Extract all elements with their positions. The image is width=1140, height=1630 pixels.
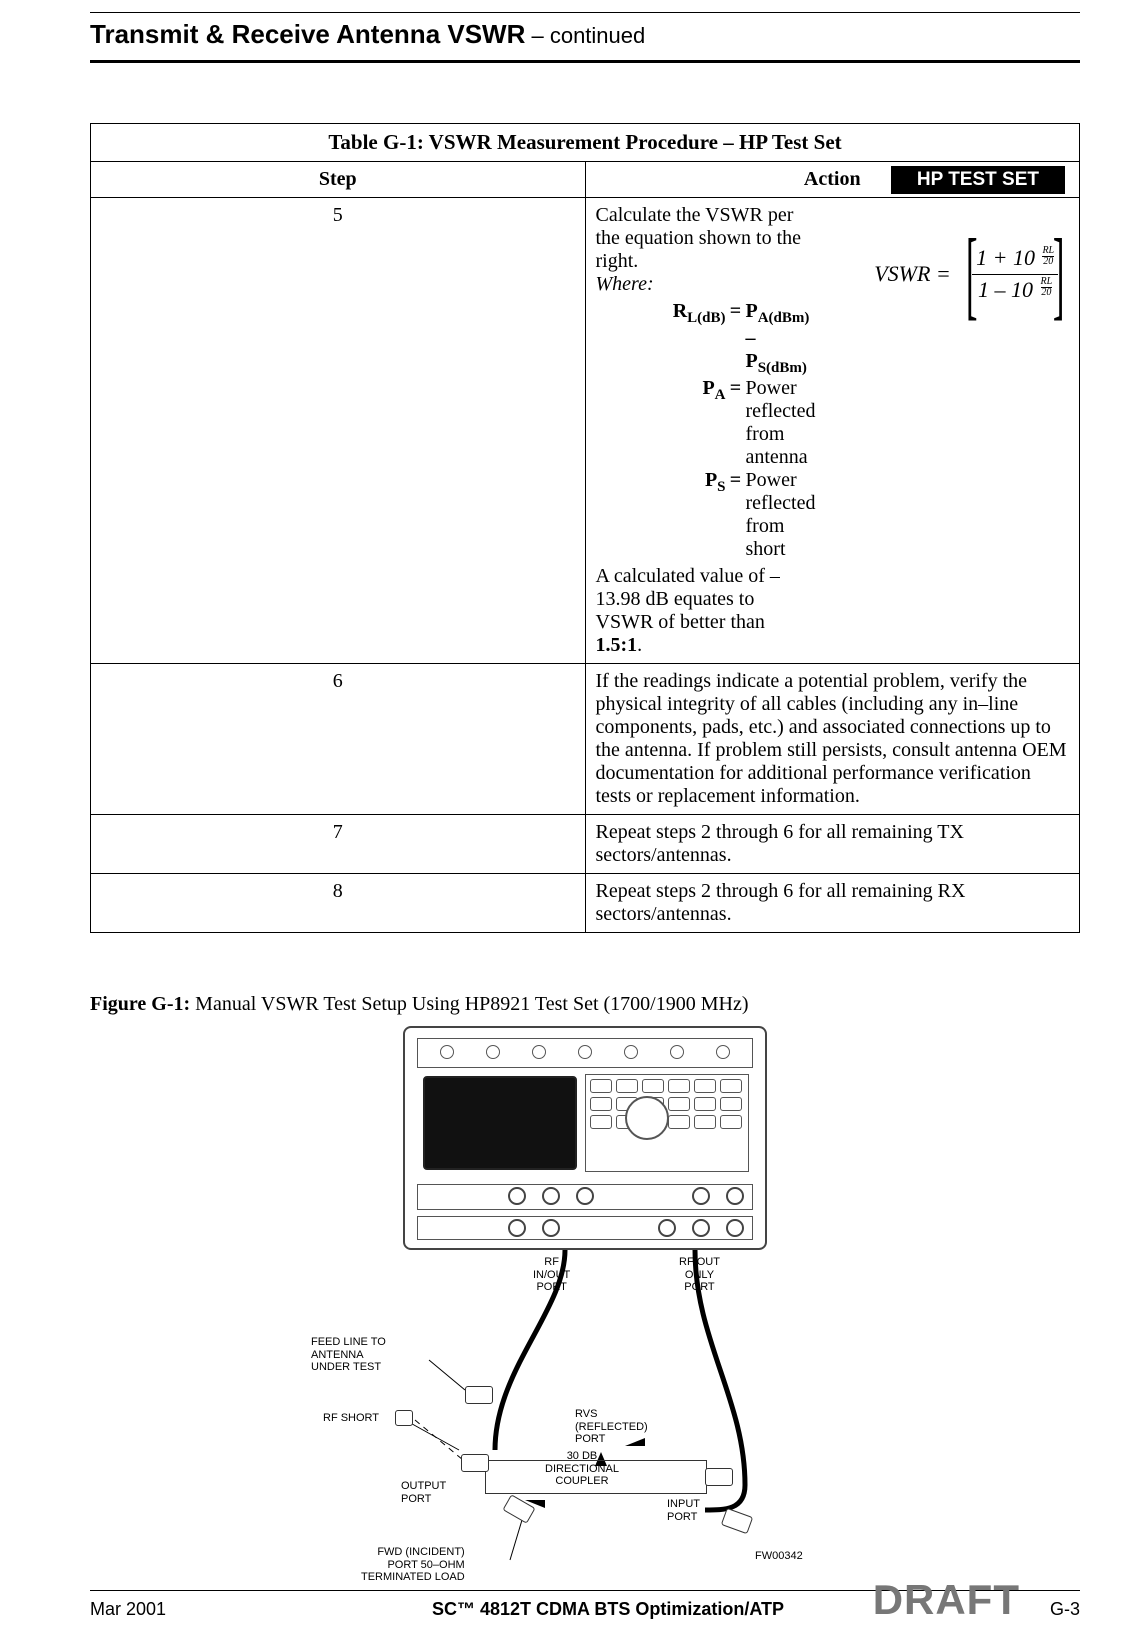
- def-rl-pa-sub: A(dBm): [758, 310, 810, 326]
- fwd-port-label: FWD (INCIDENT)PORT 50–OHMTERMINATED LOAD: [361, 1546, 465, 1584]
- header-subtitle: – continued: [525, 23, 645, 48]
- step-number: 7: [91, 815, 586, 874]
- def-rl-pa: P: [746, 300, 758, 322]
- procedure-table: Table G-1: VSWR Measurement Procedure – …: [90, 123, 1080, 933]
- figure-id-label: FW00342: [755, 1550, 803, 1563]
- rf-inout-port-label: RFIN/OUTPORT: [533, 1256, 570, 1294]
- terminated-load-icon: [502, 1494, 535, 1524]
- rf-out-only-port-label: RF OUTONLYPORT: [679, 1256, 720, 1294]
- page-header: Transmit & Receive Antenna VSWR – contin…: [90, 13, 1080, 63]
- footer-date: Mar 2001: [90, 1599, 166, 1620]
- def-pa-lhs: P: [702, 377, 714, 399]
- directional-coupler-icon: [485, 1460, 707, 1494]
- action-cell: Repeat steps 2 through 6 for all remaini…: [585, 874, 1080, 933]
- action-column-header: Action HP TEST SET: [585, 162, 1080, 198]
- table-row: 8 Repeat steps 2 through 6 for all remai…: [91, 874, 1080, 933]
- output-port-label: OUTPUTPORT: [401, 1480, 446, 1505]
- def-pa-eq: =: [730, 377, 741, 399]
- def-rl-ps-sub: S(dBm): [758, 360, 807, 376]
- page-footer: Mar 2001 SC™ 4812T CDMA BTS Optimization…: [90, 1590, 1080, 1620]
- rvs-port-label: RVS(REFLECTED)PORT: [575, 1408, 648, 1446]
- figure-title-bold: Figure G-1:: [90, 993, 190, 1015]
- def-rl-eq: =: [730, 300, 741, 322]
- figure-title: Figure G-1: Manual VSWR Test Setup Using…: [90, 993, 1080, 1016]
- step5-line1: Calculate the VSWR per the equation show…: [596, 204, 816, 273]
- where-label: Where:: [596, 273, 654, 295]
- table-row: 6 If the readings indicate a potential p…: [91, 664, 1080, 815]
- table-title: Table G-1: VSWR Measurement Procedure – …: [91, 124, 1080, 162]
- action-cell: Calculate the VSWR per the equation show…: [585, 198, 1080, 664]
- draft-watermark: DRAFT: [873, 1576, 1020, 1624]
- connector-icon: [465, 1386, 493, 1404]
- exp-top-2: RL: [1041, 277, 1053, 287]
- bracket-left-icon: [: [966, 234, 978, 314]
- exp-bot-2: 20: [1041, 288, 1051, 298]
- bracket-right-icon: ]: [1053, 234, 1065, 314]
- def-ps-rhs: Power reflected from short: [746, 469, 816, 561]
- vswr-eq-lhs: VSWR =: [874, 261, 951, 287]
- figure-diagram: RFIN/OUTPORT RF OUTONLYPORT FEED LINE TO…: [90, 1026, 1080, 1630]
- def-ps-lhs: P: [705, 469, 717, 491]
- vswr-equation: VSWR = [ 1 + 10 RL20 1 – 10 RL20: [835, 204, 1079, 314]
- step5-last-c: .: [637, 634, 642, 656]
- def-rl-lhs: R: [673, 300, 687, 322]
- def-ps-sub: S: [717, 479, 725, 495]
- step-number: 5: [91, 198, 586, 664]
- connector-icon: [461, 1454, 489, 1472]
- connector-icon: [721, 1508, 753, 1534]
- step5-last-a: A calculated value of –13.98 dB equates …: [596, 565, 780, 633]
- header-title: Transmit & Receive Antenna VSWR: [90, 19, 525, 49]
- figure-title-rest: Manual VSWR Test Setup Using HP8921 Test…: [190, 993, 748, 1015]
- vswr-eq-den: 1 – 10: [978, 277, 1033, 302]
- step-column-header: Step: [91, 162, 586, 198]
- def-ps-eq: =: [730, 469, 741, 491]
- vswr-eq-num: 1 + 10: [976, 245, 1035, 270]
- step5-last-b: 1.5:1: [596, 634, 638, 656]
- hp-test-set-badge: HP TEST SET: [891, 166, 1065, 194]
- feed-line-label: FEED LINE TOANTENNAUNDER TEST: [311, 1336, 386, 1374]
- action-header-text: Action: [804, 168, 861, 190]
- def-pa-sub: A: [715, 387, 726, 403]
- table-row: 7 Repeat steps 2 through 6 for all remai…: [91, 815, 1080, 874]
- def-pa-rhs: Power reflected from antenna: [746, 377, 816, 469]
- action-cell: Repeat steps 2 through 6 for all remaini…: [585, 815, 1080, 874]
- exp-bot-1: 20: [1043, 257, 1053, 267]
- step-number: 8: [91, 874, 586, 933]
- input-port-label: INPUTPORT: [667, 1498, 700, 1523]
- table-row: 5 Calculate the VSWR per the equation sh…: [91, 198, 1080, 664]
- rf-short-icon: [395, 1410, 413, 1426]
- action-cell: If the readings indicate a potential pro…: [585, 664, 1080, 815]
- step5-last-line: A calculated value of –13.98 dB equates …: [596, 565, 816, 657]
- footer-doc-title: SC™ 4812T CDMA BTS Optimization/ATP: [432, 1599, 784, 1620]
- def-rl-sub: L(dB): [687, 310, 725, 326]
- rf-short-label: RF SHORT: [323, 1412, 379, 1425]
- def-rl-mid: – P: [746, 327, 758, 372]
- hp8921-instrument-icon: [403, 1026, 767, 1250]
- connector-icon: [705, 1468, 733, 1486]
- footer-page-number: G-3: [1050, 1599, 1080, 1620]
- step-number: 6: [91, 664, 586, 815]
- variable-definitions: RL(dB) = PA(dBm) – PS(dBm) PA = Power re…: [636, 300, 816, 561]
